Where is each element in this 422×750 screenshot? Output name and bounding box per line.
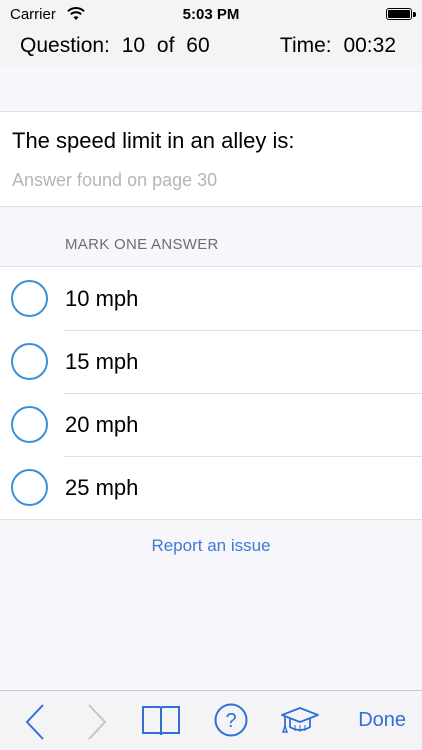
timer: Time: 00:32: [279, 34, 396, 57]
answer-option-1[interactable]: 10 mph: [0, 267, 422, 330]
next-button[interactable]: [84, 691, 110, 750]
help-icon: ?: [214, 703, 248, 737]
answer-option-3[interactable]: 20 mph: [0, 393, 422, 456]
chevron-right-icon: [84, 703, 110, 741]
radio-button[interactable]: [11, 406, 48, 443]
chevron-left-icon: [22, 703, 48, 741]
book-icon: [141, 705, 181, 737]
status-time: 5:03 PM: [182, 6, 240, 23]
help-button[interactable]: ?: [214, 691, 248, 750]
quiz-header: Question: 10 of 60 Time: 00:32: [0, 30, 422, 66]
svg-text:?: ?: [225, 710, 236, 732]
graduation-cap-icon: [280, 705, 320, 737]
study-button[interactable]: [280, 691, 320, 750]
report-issue-link[interactable]: Report an issue: [0, 536, 422, 556]
answer-label: 25 mph: [65, 475, 139, 500]
done-button[interactable]: Done: [358, 709, 406, 732]
previous-button[interactable]: [22, 691, 48, 750]
answer-label: 20 mph: [65, 412, 139, 437]
app-screen: Carrier 5:03 PM Question: 10 of 60 Time:…: [0, 0, 422, 750]
question-card: The speed limit in an alley is: Answer f…: [0, 111, 422, 207]
answer-label: 15 mph: [65, 349, 139, 374]
answers-header: MARK ONE ANSWER: [65, 236, 219, 253]
bottom-toolbar: ? Done: [0, 690, 422, 750]
radio-button[interactable]: [11, 280, 48, 317]
answer-option-4[interactable]: 25 mph: [0, 456, 422, 519]
battery-tip: [413, 12, 416, 17]
answers-list: 10 mph 15 mph 20 mph 25 mph: [0, 266, 422, 520]
answer-option-2[interactable]: 15 mph: [0, 330, 422, 393]
book-button[interactable]: [141, 691, 181, 750]
question-text: The speed limit in an alley is:: [12, 128, 295, 153]
status-bar: Carrier 5:03 PM: [0, 0, 422, 30]
radio-button[interactable]: [11, 343, 48, 380]
answer-label: 10 mph: [65, 286, 139, 311]
question-reference: Answer found on page 30: [12, 170, 218, 190]
battery-icon: [386, 8, 412, 20]
radio-button[interactable]: [11, 469, 48, 506]
question-counter: Question: 10 of 60: [20, 34, 210, 57]
